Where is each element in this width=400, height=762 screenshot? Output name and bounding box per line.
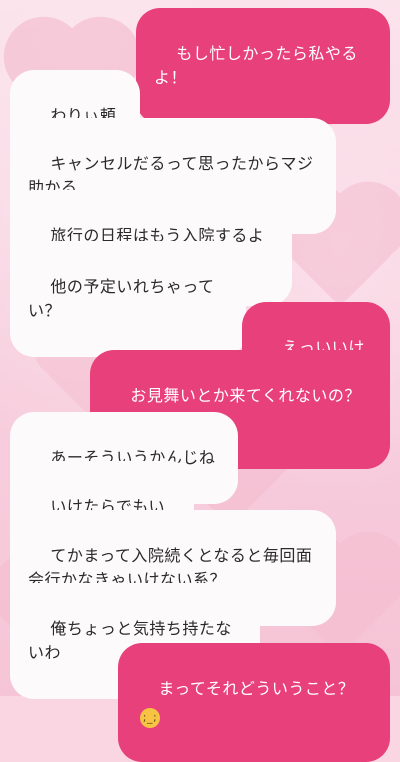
message-text: お見舞いとか来てくれないの？ xyxy=(130,386,361,405)
outgoing-message[interactable]: もし忙しかったら私やるよ！ xyxy=(136,8,390,124)
message-text: もし忙しかったら私やるよ！ xyxy=(154,44,358,87)
crying-face-icon: ;_; xyxy=(140,708,160,728)
incoming-message[interactable]: 他の予定いれちゃってい？ xyxy=(10,241,246,357)
message-text: 他の予定いれちゃってい？ xyxy=(28,277,215,320)
outgoing-message[interactable]: まってそれどういうこと？ ;_; xyxy=(118,643,390,762)
chat-thread: もし忙しかったら私やるよ！ わりぃ頼むわ キャンセルだるって思ったからマジ助かる… xyxy=(0,0,400,762)
message-text: まってそれどういうこと？ xyxy=(158,679,355,698)
